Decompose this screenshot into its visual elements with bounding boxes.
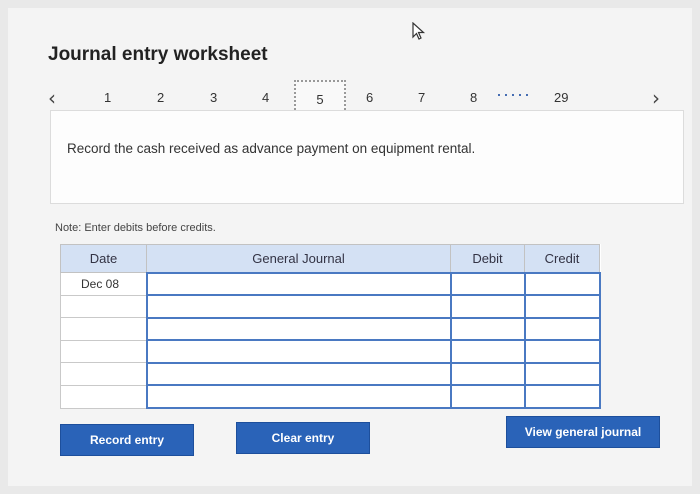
page-link-1[interactable]: 1 <box>104 90 111 105</box>
credit-input[interactable] <box>523 384 601 410</box>
prev-arrow-icon[interactable]: ‹ <box>48 86 56 110</box>
journal-row <box>60 384 601 410</box>
current-page-label: 5 <box>316 91 324 107</box>
page-link-8[interactable]: 8 <box>470 90 477 105</box>
date-cell <box>60 384 147 409</box>
debit-input[interactable] <box>449 271 526 297</box>
journal-row <box>60 316 601 342</box>
page-link-2[interactable]: 2 <box>157 90 164 105</box>
credit-input[interactable] <box>523 271 601 297</box>
view-general-journal-button[interactable]: View general journal <box>506 416 660 448</box>
worksheet-panel: Journal entry worksheet ‹ 1 2 3 4 5 6 7 … <box>8 8 692 486</box>
account-input[interactable] <box>145 316 452 342</box>
journal-row <box>60 339 601 364</box>
page-link-3[interactable]: 3 <box>210 90 217 105</box>
record-entry-button[interactable]: Record entry <box>60 424 194 456</box>
date-cell <box>60 339 147 364</box>
credit-input[interactable] <box>523 294 601 319</box>
instruction-box: Record the cash received as advance paym… <box>50 110 684 204</box>
account-input[interactable] <box>145 361 452 387</box>
pagination-ellipsis: ····· <box>496 84 531 104</box>
mouse-cursor-icon <box>412 22 426 40</box>
date-cell <box>60 362 147 386</box>
journal-row <box>60 361 601 387</box>
journal-table: Date General Journal Debit Credit Dec 08 <box>60 244 601 410</box>
account-input[interactable] <box>145 384 452 410</box>
account-input[interactable] <box>145 339 452 364</box>
clear-entry-button[interactable]: Clear entry <box>236 422 370 454</box>
debit-input[interactable] <box>449 384 526 410</box>
journal-row: Dec 08 <box>60 271 601 297</box>
debit-input[interactable] <box>449 339 526 364</box>
debit-input[interactable] <box>449 316 526 342</box>
date-header: Date <box>60 244 147 273</box>
credit-header: Credit <box>524 244 600 273</box>
page-link-7[interactable]: 7 <box>418 90 425 105</box>
credit-input[interactable] <box>523 316 601 342</box>
credit-input[interactable] <box>523 361 601 387</box>
worksheet-title: Journal entry worksheet <box>48 44 268 65</box>
page-link-4[interactable]: 4 <box>262 90 269 105</box>
journal-header-row: Date General Journal Debit Credit <box>60 244 600 273</box>
date-cell <box>60 294 147 319</box>
instruction-text: Record the cash received as advance paym… <box>67 141 476 156</box>
credit-input[interactable] <box>523 339 601 364</box>
note-text: Note: Enter debits before credits. <box>55 222 216 234</box>
account-input[interactable] <box>145 294 452 319</box>
general-journal-header: General Journal <box>146 244 451 273</box>
debit-input[interactable] <box>449 294 526 319</box>
account-input[interactable] <box>145 271 452 297</box>
date-cell: Dec 08 <box>60 272 147 296</box>
journal-row <box>60 294 601 319</box>
debit-input[interactable] <box>449 361 526 387</box>
page-link-29[interactable]: 29 <box>554 90 568 105</box>
page-link-6[interactable]: 6 <box>366 90 373 105</box>
next-arrow-icon[interactable]: › <box>652 86 660 110</box>
debit-header: Debit <box>450 244 525 273</box>
date-cell <box>60 317 147 341</box>
